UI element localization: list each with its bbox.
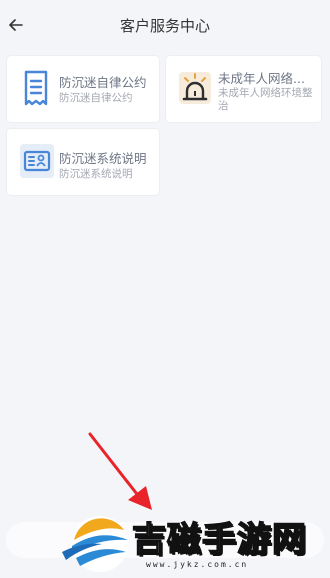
card-title: 防沉迷系统说明: [59, 151, 147, 166]
document-icon: [23, 70, 49, 110]
card-minor-internet-environment[interactable]: 未成年人网络... 未成年人网络环境整治: [166, 56, 321, 122]
alarm-siren-icon: [178, 70, 212, 110]
watermark-brand: 吉磁手游网: [131, 519, 307, 561]
card-self-discipline-convention[interactable]: 防沉迷自律公约 防沉迷自律公约: [7, 56, 159, 122]
watermark-url: www.jykz.com.cn: [146, 560, 249, 569]
id-card-icon: [20, 144, 54, 182]
annotation-arrow-icon: [86, 430, 156, 516]
card-title: 未成年人网络...: [218, 71, 305, 86]
card-subtitle: 防沉迷自律公约: [59, 92, 133, 104]
card-anti-addiction-system-description[interactable]: 防沉迷系统说明 防沉迷系统说明: [7, 129, 159, 195]
page-title: 客户服务中心: [119, 17, 210, 35]
header: 客户服务中心: [0, 0, 330, 50]
card-title: 防沉迷自律公约: [59, 75, 147, 90]
card-subtitle: 防沉迷系统说明: [59, 168, 133, 180]
watermark-logo-icon: [62, 510, 136, 574]
card-subtitle: 未成年人网络环境整治: [218, 87, 313, 112]
